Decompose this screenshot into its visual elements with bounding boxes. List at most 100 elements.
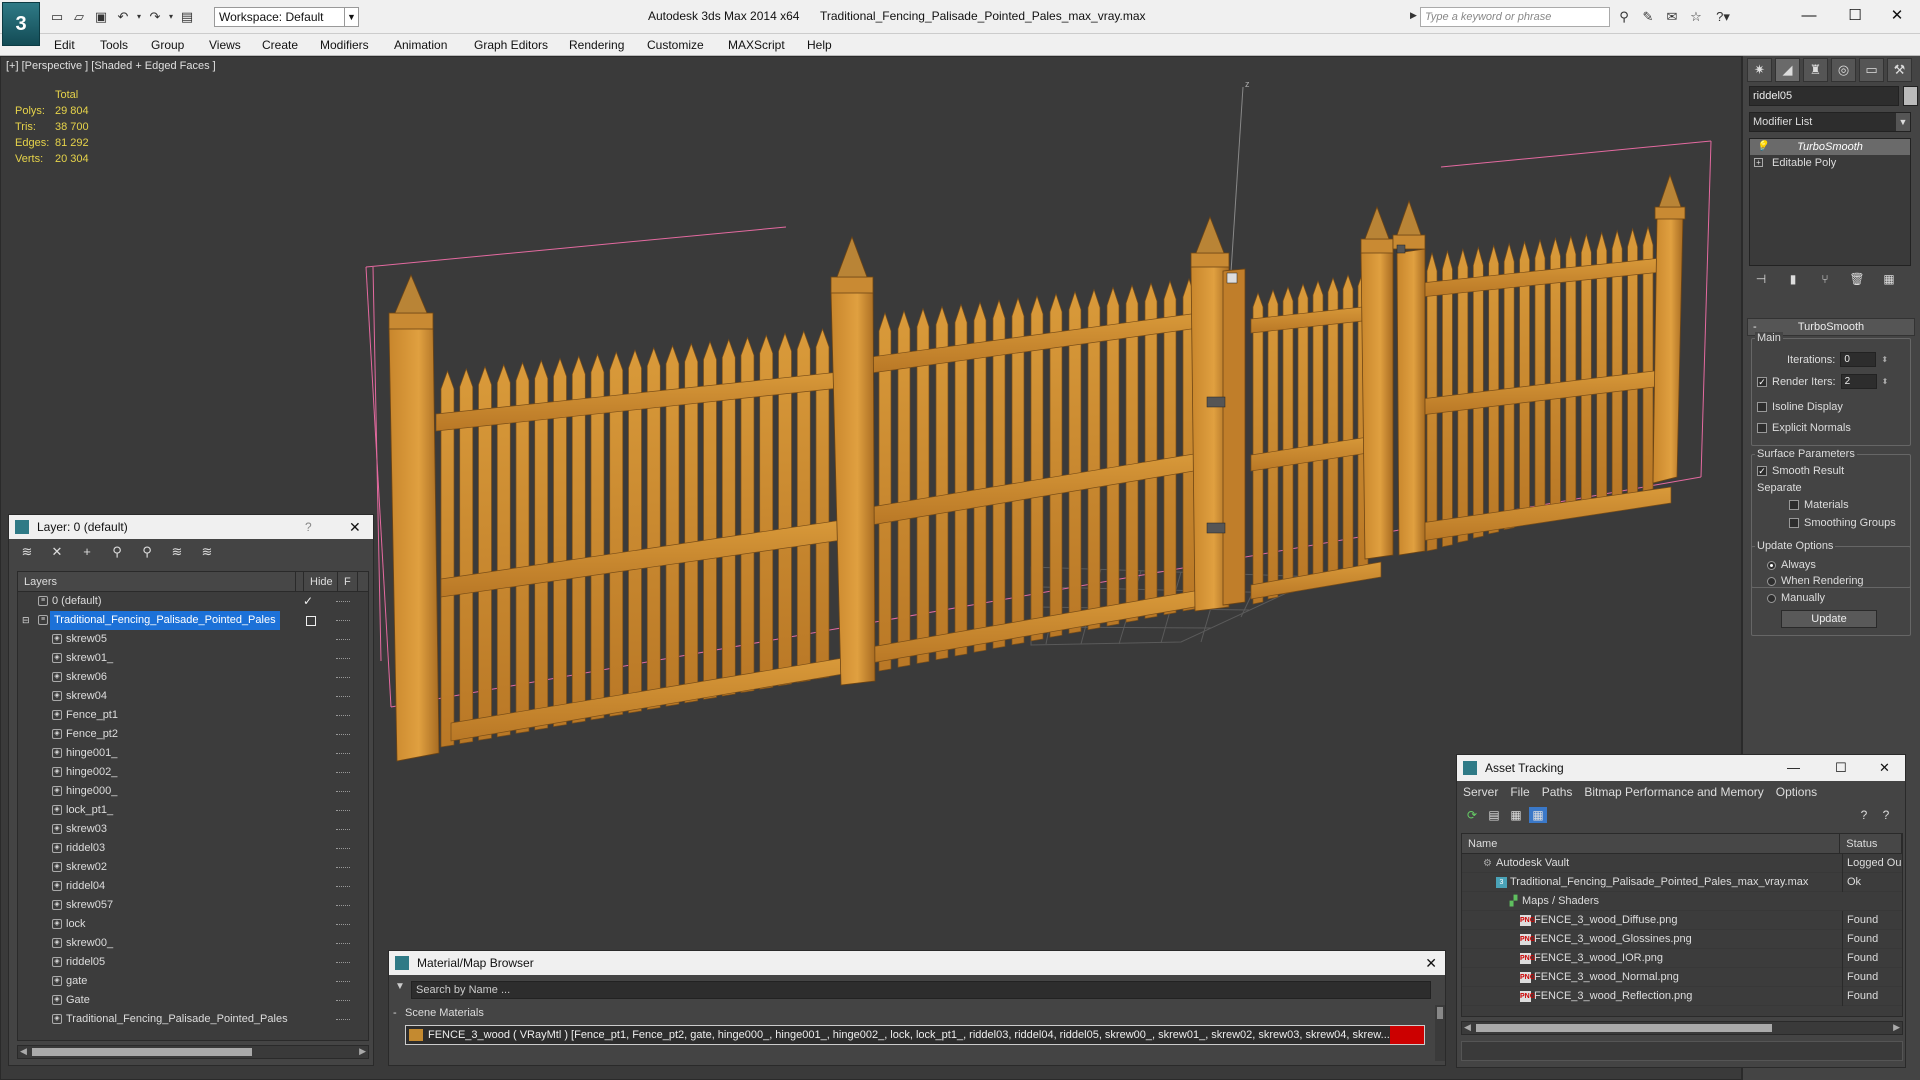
make-unique-icon[interactable]: ⑂ bbox=[1813, 272, 1837, 292]
asset-row[interactable]: 3 Traditional_Fencing_Palisade_Pointed_Pa… bbox=[1462, 873, 1902, 892]
save-icon[interactable]: ▣ bbox=[90, 8, 112, 26]
workspace-dropdown[interactable]: Workspace: Default ▼ bbox=[214, 7, 359, 27]
object-color-swatch[interactable] bbox=[1903, 86, 1918, 106]
communication-icon[interactable]: ✉ bbox=[1662, 8, 1682, 26]
expand-icon[interactable]: + bbox=[1754, 158, 1763, 167]
asset-tracking-titlebar[interactable]: Asset Tracking — ☐ ✕ bbox=[1457, 755, 1905, 781]
layer-object-row[interactable]: ◈ skrew03 bbox=[18, 820, 368, 839]
layer-object-row[interactable]: ◈ skrew02 bbox=[18, 858, 368, 877]
menu-tools[interactable]: Tools bbox=[100, 38, 128, 52]
render-iters-checkbox[interactable]: ✓ bbox=[1757, 376, 1767, 387]
scroll-right-icon[interactable]: ▶ bbox=[1893, 1022, 1900, 1033]
close-icon[interactable]: ✕ bbox=[1874, 4, 1920, 28]
hide-column-header[interactable]: Hide bbox=[304, 572, 338, 591]
delete-layer-icon[interactable]: ✕ bbox=[47, 544, 67, 560]
update-manually-radio[interactable] bbox=[1767, 593, 1776, 603]
motion-tab-icon[interactable]: ◎ bbox=[1831, 58, 1856, 82]
hide-toggle[interactable] bbox=[336, 772, 350, 773]
hide-toggle[interactable] bbox=[336, 886, 350, 887]
scroll-thumb[interactable] bbox=[1476, 1024, 1772, 1032]
hide-toggle[interactable] bbox=[336, 924, 350, 925]
current-layer-check-icon[interactable]: ✓ bbox=[303, 592, 313, 611]
asset-row[interactable]: PNG FENCE_3_wood_Normal.png Found bbox=[1462, 968, 1902, 987]
utilities-tab-icon[interactable]: ⚒ bbox=[1887, 58, 1912, 82]
asset-row[interactable]: PNG FENCE_3_wood_Diffuse.png Found bbox=[1462, 911, 1902, 930]
binoculars-icon[interactable]: ⚲ bbox=[1614, 8, 1634, 26]
layer-object-row[interactable]: ◈ riddel05 bbox=[18, 953, 368, 972]
hide-toggle[interactable] bbox=[336, 1019, 350, 1020]
asset-row[interactable]: ▞ Maps / Shaders bbox=[1462, 892, 1902, 911]
collapse-icon[interactable]: ⊟ bbox=[22, 611, 30, 630]
scroll-thumb[interactable] bbox=[32, 1048, 252, 1056]
hide-toggle[interactable] bbox=[336, 962, 350, 963]
scroll-left-icon[interactable]: ◀ bbox=[20, 1046, 27, 1057]
asset-menu-paths[interactable]: Paths bbox=[1536, 781, 1579, 803]
remove-modifier-icon[interactable]: 🗑 bbox=[1845, 272, 1869, 292]
modify-tab-icon[interactable]: ◢ bbox=[1775, 58, 1800, 82]
layer-object-row[interactable]: ◈ skrew05 bbox=[18, 630, 368, 649]
stack-item-editable-poly[interactable]: + Editable Poly bbox=[1750, 155, 1910, 171]
hide-toggle[interactable] bbox=[336, 810, 350, 811]
scroll-left-icon[interactable]: ◀ bbox=[1464, 1022, 1471, 1033]
collapse-icon[interactable]: - bbox=[393, 1005, 397, 1021]
layer-object-row[interactable]: ◈ gate bbox=[18, 972, 368, 991]
search-input[interactable]: Type a keyword or phrase bbox=[1420, 7, 1610, 27]
undo-icon[interactable]: ↶ bbox=[112, 8, 134, 26]
menu-create[interactable]: Create bbox=[262, 38, 298, 52]
project-folder-icon[interactable]: ▤ bbox=[176, 8, 198, 26]
layer-object-row[interactable]: ◈ Traditional_Fencing_Palisade_Pointed_Pa… bbox=[18, 1010, 368, 1029]
hide-toggle[interactable] bbox=[336, 601, 350, 602]
menu-group[interactable]: Group bbox=[151, 38, 184, 52]
hide-toggle[interactable] bbox=[336, 1000, 350, 1001]
layers-column-header[interactable]: Layers bbox=[18, 572, 296, 591]
create-tab-icon[interactable]: ✷ bbox=[1747, 58, 1772, 82]
layer-object-row[interactable]: ◈ Gate bbox=[18, 991, 368, 1010]
search-input[interactable]: Search by Name ... bbox=[411, 981, 1431, 999]
help-icon[interactable]: ? bbox=[1855, 807, 1873, 823]
isoline-display-checkbox[interactable] bbox=[1757, 402, 1767, 412]
redo-dropdown-icon[interactable]: ▾ bbox=[166, 8, 176, 26]
menu-graph-editors[interactable]: Graph Editors bbox=[474, 38, 548, 52]
layer-object-row[interactable]: ◈ skrew04 bbox=[18, 687, 368, 706]
thumbnail-view-icon[interactable]: ▦ bbox=[1507, 807, 1525, 823]
minimize-icon[interactable]: — bbox=[1786, 4, 1832, 28]
open-file-icon[interactable]: ▱ bbox=[68, 8, 90, 26]
asset-row[interactable]: PNG FENCE_3_wood_IOR.png Found bbox=[1462, 949, 1902, 968]
layer-object-row[interactable]: ◈ skrew01_ bbox=[18, 649, 368, 668]
search-options-icon[interactable]: ▼ bbox=[395, 981, 405, 992]
layer-object-row[interactable]: ◈ hinge002_ bbox=[18, 763, 368, 782]
hide-toggle[interactable] bbox=[336, 867, 350, 868]
asset-row[interactable]: ⚙ Autodesk Vault Logged Ou bbox=[1462, 854, 1902, 873]
scroll-thumb[interactable] bbox=[1437, 1007, 1443, 1019]
smooth-result-checkbox[interactable]: ✓ bbox=[1757, 466, 1767, 476]
asset-menu-file[interactable]: File bbox=[1504, 781, 1535, 803]
hierarchy-tab-icon[interactable]: ♜ bbox=[1803, 58, 1828, 82]
layer-object-row[interactable]: ◈ skrew057 bbox=[18, 896, 368, 915]
hide-toggle[interactable] bbox=[336, 981, 350, 982]
menu-maxscript[interactable]: MAXScript bbox=[728, 38, 785, 52]
hide-toggle[interactable] bbox=[336, 658, 350, 659]
maximize-icon[interactable]: ☐ bbox=[1835, 755, 1847, 781]
menu-modifiers[interactable]: Modifiers bbox=[320, 38, 369, 52]
layer-object-row[interactable]: ◈ riddel04 bbox=[18, 877, 368, 896]
viewport-label[interactable]: [+] [Perspective ] [Shaded + Edged Faces… bbox=[6, 60, 216, 72]
object-name-field[interactable]: riddel05 bbox=[1749, 86, 1899, 106]
hide-toggle[interactable] bbox=[336, 943, 350, 944]
stack-item-turbosmooth[interactable]: 💡 TurboSmooth bbox=[1750, 139, 1910, 155]
separate-smoothing-checkbox[interactable] bbox=[1789, 518, 1799, 528]
hide-toggle[interactable] bbox=[336, 620, 350, 621]
layer-row-default[interactable]: ≡ 0 (default) ✓ bbox=[18, 592, 368, 611]
add-selection-icon[interactable]: ⚲ bbox=[107, 544, 127, 560]
layer-object-row[interactable]: ◈ Fence_pt2 bbox=[18, 725, 368, 744]
minimize-icon[interactable]: — bbox=[1787, 755, 1800, 781]
asset-menu-bitmap[interactable]: Bitmap Performance and Memory bbox=[1578, 781, 1769, 803]
spinner-arrows-icon[interactable]: ⬍ bbox=[1882, 377, 1889, 386]
layer-object-row[interactable]: ◈ skrew00_ bbox=[18, 934, 368, 953]
display-tab-icon[interactable]: ▭ bbox=[1859, 58, 1884, 82]
layer-object-row[interactable]: ◈ skrew06 bbox=[18, 668, 368, 687]
hide-toggle[interactable] bbox=[336, 734, 350, 735]
hide-toggle[interactable] bbox=[336, 639, 350, 640]
scene-materials-group[interactable]: - Scene Materials bbox=[393, 1005, 1429, 1021]
menu-customize[interactable]: Customize bbox=[647, 38, 704, 52]
help-icon[interactable]: ? bbox=[305, 515, 312, 539]
